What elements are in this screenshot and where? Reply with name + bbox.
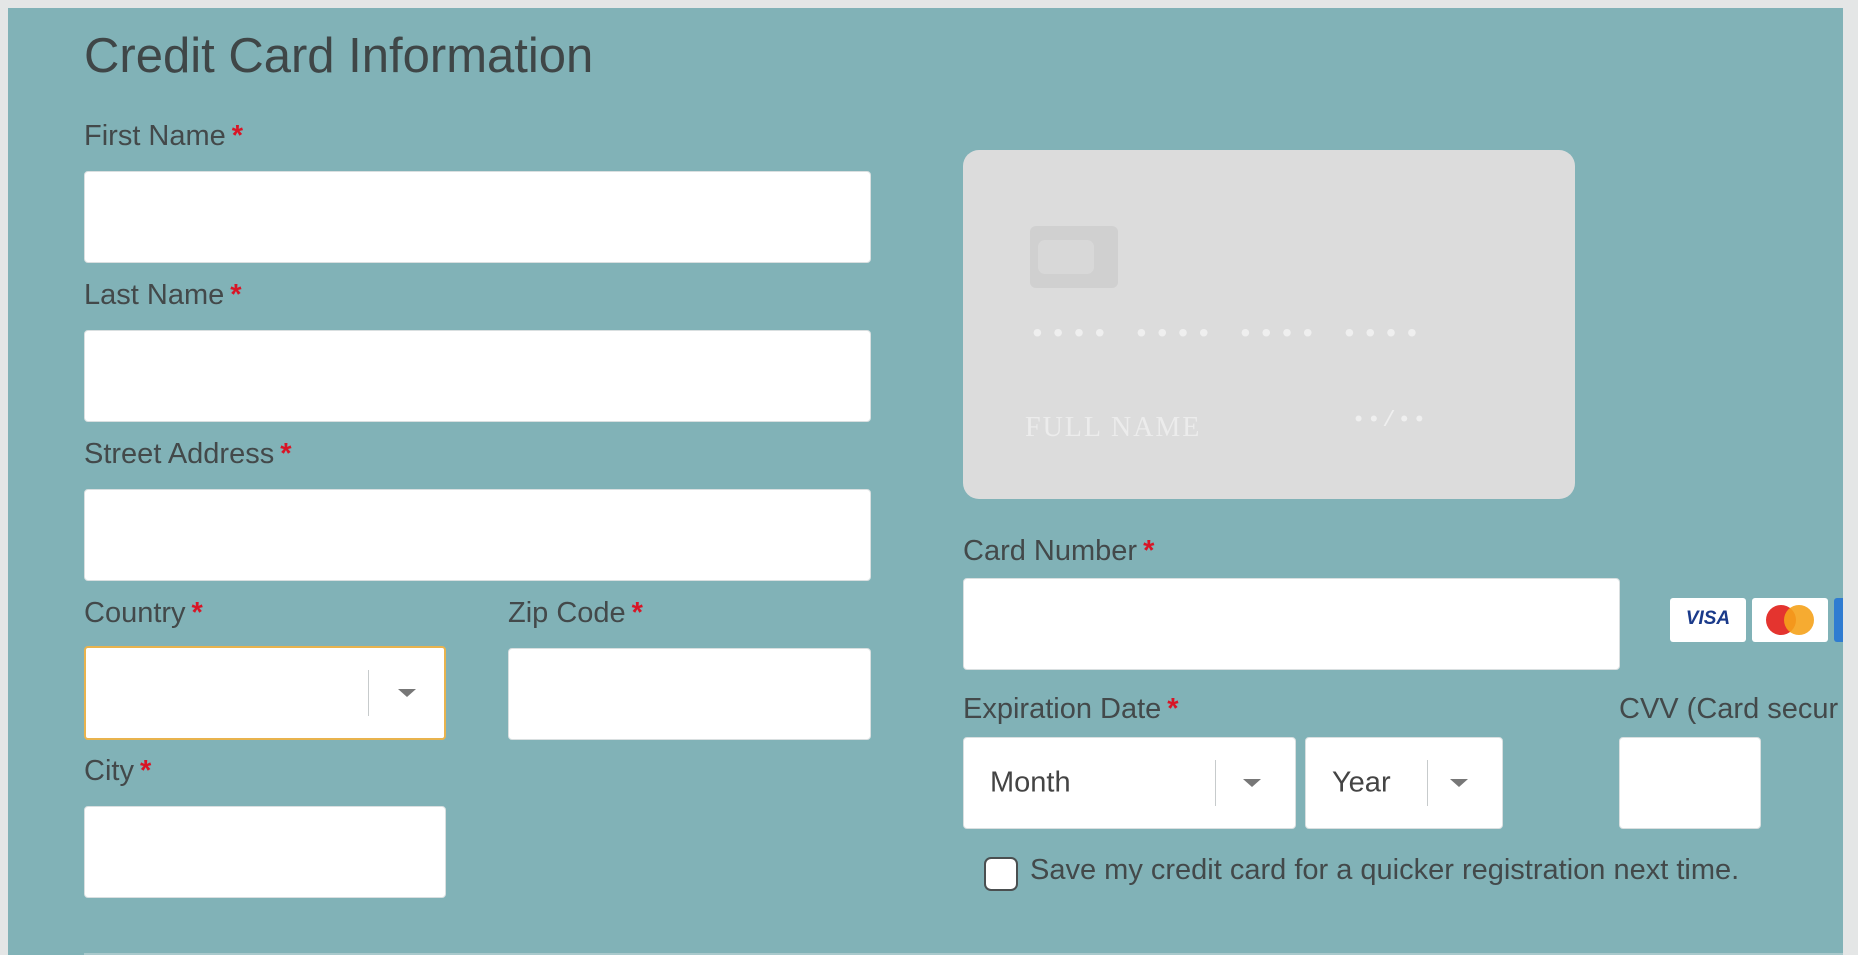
form-title: Credit Card Information: [84, 29, 594, 83]
card-number-label: Card Number *: [963, 535, 1154, 568]
country-label: Country *: [84, 597, 203, 630]
expiration-date-label: Expiration Date *: [963, 693, 1179, 726]
last-name-label-text: Last Name: [84, 279, 225, 311]
last-name-label: Last Name *: [84, 279, 242, 312]
expiration-month-select[interactable]: Month: [963, 737, 1296, 829]
required-marker: *: [139, 755, 152, 787]
required-marker: *: [1167, 693, 1179, 725]
street-address-label-text: Street Address: [84, 438, 275, 470]
card-preview: •••• •••• •••• •••• FULL NAME ••/••: [963, 150, 1575, 499]
select-divider: [1427, 760, 1428, 806]
chevron-down-icon: [1243, 779, 1261, 787]
cvv-label: CVV (Card secur: [1619, 693, 1838, 726]
first-name-label: First Name *: [84, 120, 243, 153]
required-marker: *: [191, 597, 203, 629]
expiration-year-value: Year: [1332, 766, 1391, 799]
required-marker: *: [1143, 535, 1155, 567]
last-name-input[interactable]: [84, 330, 871, 422]
card-preview-number: •••• •••• •••• ••••: [1029, 320, 1425, 351]
expiration-date-label-text: Expiration Date: [963, 693, 1162, 725]
street-address-input[interactable]: [84, 489, 871, 581]
required-marker: *: [280, 438, 292, 470]
card-preview-expiry: ••/••: [1352, 408, 1429, 433]
select-divider: [368, 670, 369, 716]
visa-icon: VISA: [1670, 598, 1746, 642]
required-marker: *: [230, 279, 242, 311]
cvv-label-text: CVV (Card secur: [1619, 693, 1839, 725]
card-number-label-text: Card Number: [963, 535, 1138, 567]
zip-code-input[interactable]: [508, 648, 871, 740]
save-card-label[interactable]: Save my credit card for a quicker regist…: [1030, 854, 1739, 887]
visa-icon-text: VISA: [1685, 608, 1731, 629]
credit-card-form: Credit Card Information First Name * Last…: [8, 8, 1843, 955]
zip-code-label-text: Zip Code: [508, 597, 626, 629]
expiration-month-value: Month: [990, 766, 1071, 799]
card-number-input[interactable]: [963, 578, 1620, 670]
save-card-checkbox[interactable]: [984, 857, 1018, 891]
city-label: City *: [84, 755, 151, 788]
city-input[interactable]: [84, 806, 446, 898]
amex-icon: [1834, 598, 1843, 642]
city-label-text: City: [84, 755, 134, 787]
street-address-label: Street Address *: [84, 438, 292, 471]
card-brand-icons: VISA: [1670, 598, 1843, 642]
cvv-input[interactable]: [1619, 737, 1761, 829]
first-name-input[interactable]: [84, 171, 871, 263]
required-marker: *: [631, 597, 643, 629]
country-select[interactable]: [84, 646, 446, 740]
zip-code-label: Zip Code *: [508, 597, 643, 630]
select-divider: [1215, 760, 1216, 806]
chip-icon: [1030, 226, 1118, 288]
country-label-text: Country: [84, 597, 186, 629]
expiration-year-select[interactable]: Year: [1305, 737, 1503, 829]
chevron-down-icon: [1450, 779, 1468, 787]
chevron-down-icon: [398, 689, 416, 697]
mastercard-circle-orange: [1784, 605, 1814, 635]
required-marker: *: [231, 120, 244, 152]
first-name-label-text: First Name: [84, 120, 226, 152]
mastercard-icon: [1752, 598, 1828, 642]
card-preview-name: FULL NAME: [1025, 412, 1202, 443]
